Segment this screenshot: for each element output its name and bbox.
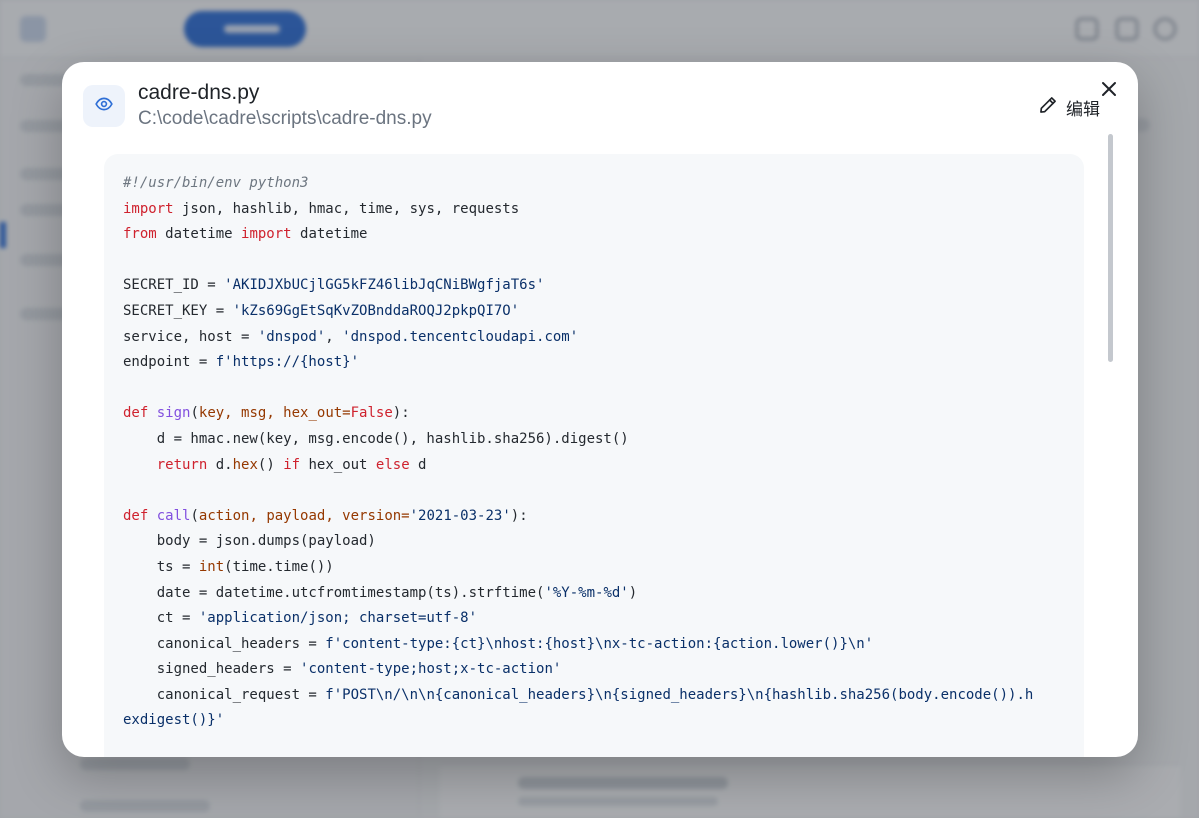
code-line: body = json.dumps(payload) [123,529,1068,555]
code-line: date = datetime.utcfromtimestamp(ts).str… [123,581,1068,607]
code-line: def call(action, payload, version='2021-… [123,504,1068,530]
code-token: int [198,558,225,575]
code-line: SECRET_ID = 'AKIDJXbUCjlGG5kFZ46libJqCNi… [123,273,1068,299]
code-token: signed_headers = [123,661,301,678]
edit-button-label: 编辑 [1066,99,1100,120]
code-token: endpoint = [123,354,216,371]
code-token: f'content-type:{ct}\nhost:{host}\nx-tc-a… [325,635,874,652]
modal-header: cadre-dns.py C:\code\cadre\scripts\cadre… [62,62,1138,152]
code-token: hex_out [300,456,376,473]
code-token: exdigest()}' [123,712,225,729]
code-token: hex [232,456,258,473]
file-name: cadre-dns.py [138,81,260,104]
code-line: #!/usr/bin/env python3 [123,171,1068,197]
code-token: d = hmac.new(key, msg.encode(), hashlib.… [123,430,629,447]
edit-button[interactable]: 编辑 [1038,95,1100,120]
file-path: C:\code\cadre\scripts\cadre-dns.py [138,108,432,129]
code-token: '2021-03-23' [409,507,511,524]
code-token: (time.time()) [224,558,334,575]
close-icon [1101,81,1117,100]
code-token: def [123,405,149,422]
code-token: 'dnspod' [257,328,326,345]
code-token: ( [190,507,199,524]
code-line: import json, hashlib, hmac, time, sys, r… [123,197,1068,223]
code-line: d = hmac.new(key, msg.encode(), hashlib.… [123,427,1068,453]
code-token: def [123,507,149,524]
code-line: exdigest()}' [123,708,1068,734]
code-token: from [123,226,157,243]
code-token: d [409,456,427,473]
code-token: , [325,328,343,345]
code-token: canonical_headers = [123,635,326,652]
scrollbar-thumb[interactable] [1108,134,1113,362]
code-token: () [257,456,284,473]
code-token: json, hashlib, hmac, time, sys, requests [173,200,520,217]
code-line: endpoint = f'https://{host}' [123,350,1068,376]
code-token: if [283,456,301,473]
code-token: #!/usr/bin/env python3 [123,175,309,191]
code-token: canonical_request = [123,686,326,703]
code-token: call [156,507,191,524]
code-viewer[interactable]: #!/usr/bin/env python3 import json, hashl… [104,154,1084,757]
code-token: '%Y-%m-%d' [544,584,629,601]
code-token: SECRET_KEY = [123,302,233,319]
code-token: datetime [291,226,368,243]
eye-icon [95,95,113,117]
file-icon-badge [83,85,125,127]
code-token: key, msg, hex_out= [198,405,351,422]
code-line: service, host = 'dnspod', 'dnspod.tencen… [123,325,1068,351]
code-token: 'kZs69GgEtSqKvZOBnddaROQJ2pkpQI7O' [232,302,520,319]
code-token: ): [392,405,410,422]
code-line: def sign(key, msg, hex_out=False): [123,401,1068,427]
code-token: import [241,226,292,243]
code-line: return d.hex() if hex_out else d [123,453,1068,479]
code-token: service, host = [123,328,258,345]
code-token: f'POST\n/\n\n{canonical_headers}\n{signe… [325,686,1034,703]
code-token: SECRET_ID = [123,277,225,294]
code-token: d. [207,456,233,473]
code-token: action, payload, version= [198,507,410,524]
code-token: ( [190,405,199,422]
code-token: sign [156,405,191,422]
code-token: ct = [123,610,199,627]
code-token: 'dnspod.tencentcloudapi.com' [342,328,579,345]
code-token: import [123,200,174,217]
pencil-icon [1038,95,1058,120]
code-line: signed_headers = 'content-type;host;x-tc… [123,657,1068,683]
file-preview-modal: cadre-dns.py C:\code\cadre\scripts\cadre… [62,62,1138,757]
code-token: False [350,405,393,422]
code-token: 'AKIDJXbUCjlGG5kFZ46libJqCNiBWgfjaT6s' [224,277,545,294]
close-button[interactable] [1098,79,1120,101]
code-token: f'https://{host}' [215,354,360,371]
code-content: #!/usr/bin/env python3 import json, hashl… [123,171,1068,734]
code-token: datetime [156,226,242,243]
code-line: from datetime import datetime [123,222,1068,248]
code-token: else [375,456,410,473]
code-token: return [156,456,208,473]
code-token: date = datetime.utcfromtimestamp(ts).str… [123,584,545,601]
code-token: 'application/json; charset=utf-8' [198,610,478,627]
code-token: 'content-type;host;x-tc-action' [300,661,562,678]
code-token: ts = [123,558,199,575]
code-token: ) [628,584,638,601]
code-token: body = json.dumps(payload) [123,533,376,550]
code-token: ): [510,507,528,524]
code-line: canonical_request = f'POST\n/\n\n{canoni… [123,683,1068,709]
code-line: ts = int(time.time()) [123,555,1068,581]
code-line: canonical_headers = f'content-type:{ct}\… [123,632,1068,658]
code-line: ct = 'application/json; charset=utf-8' [123,606,1068,632]
code-line: SECRET_KEY = 'kZs69GgEtSqKvZOBnddaROQJ2p… [123,299,1068,325]
